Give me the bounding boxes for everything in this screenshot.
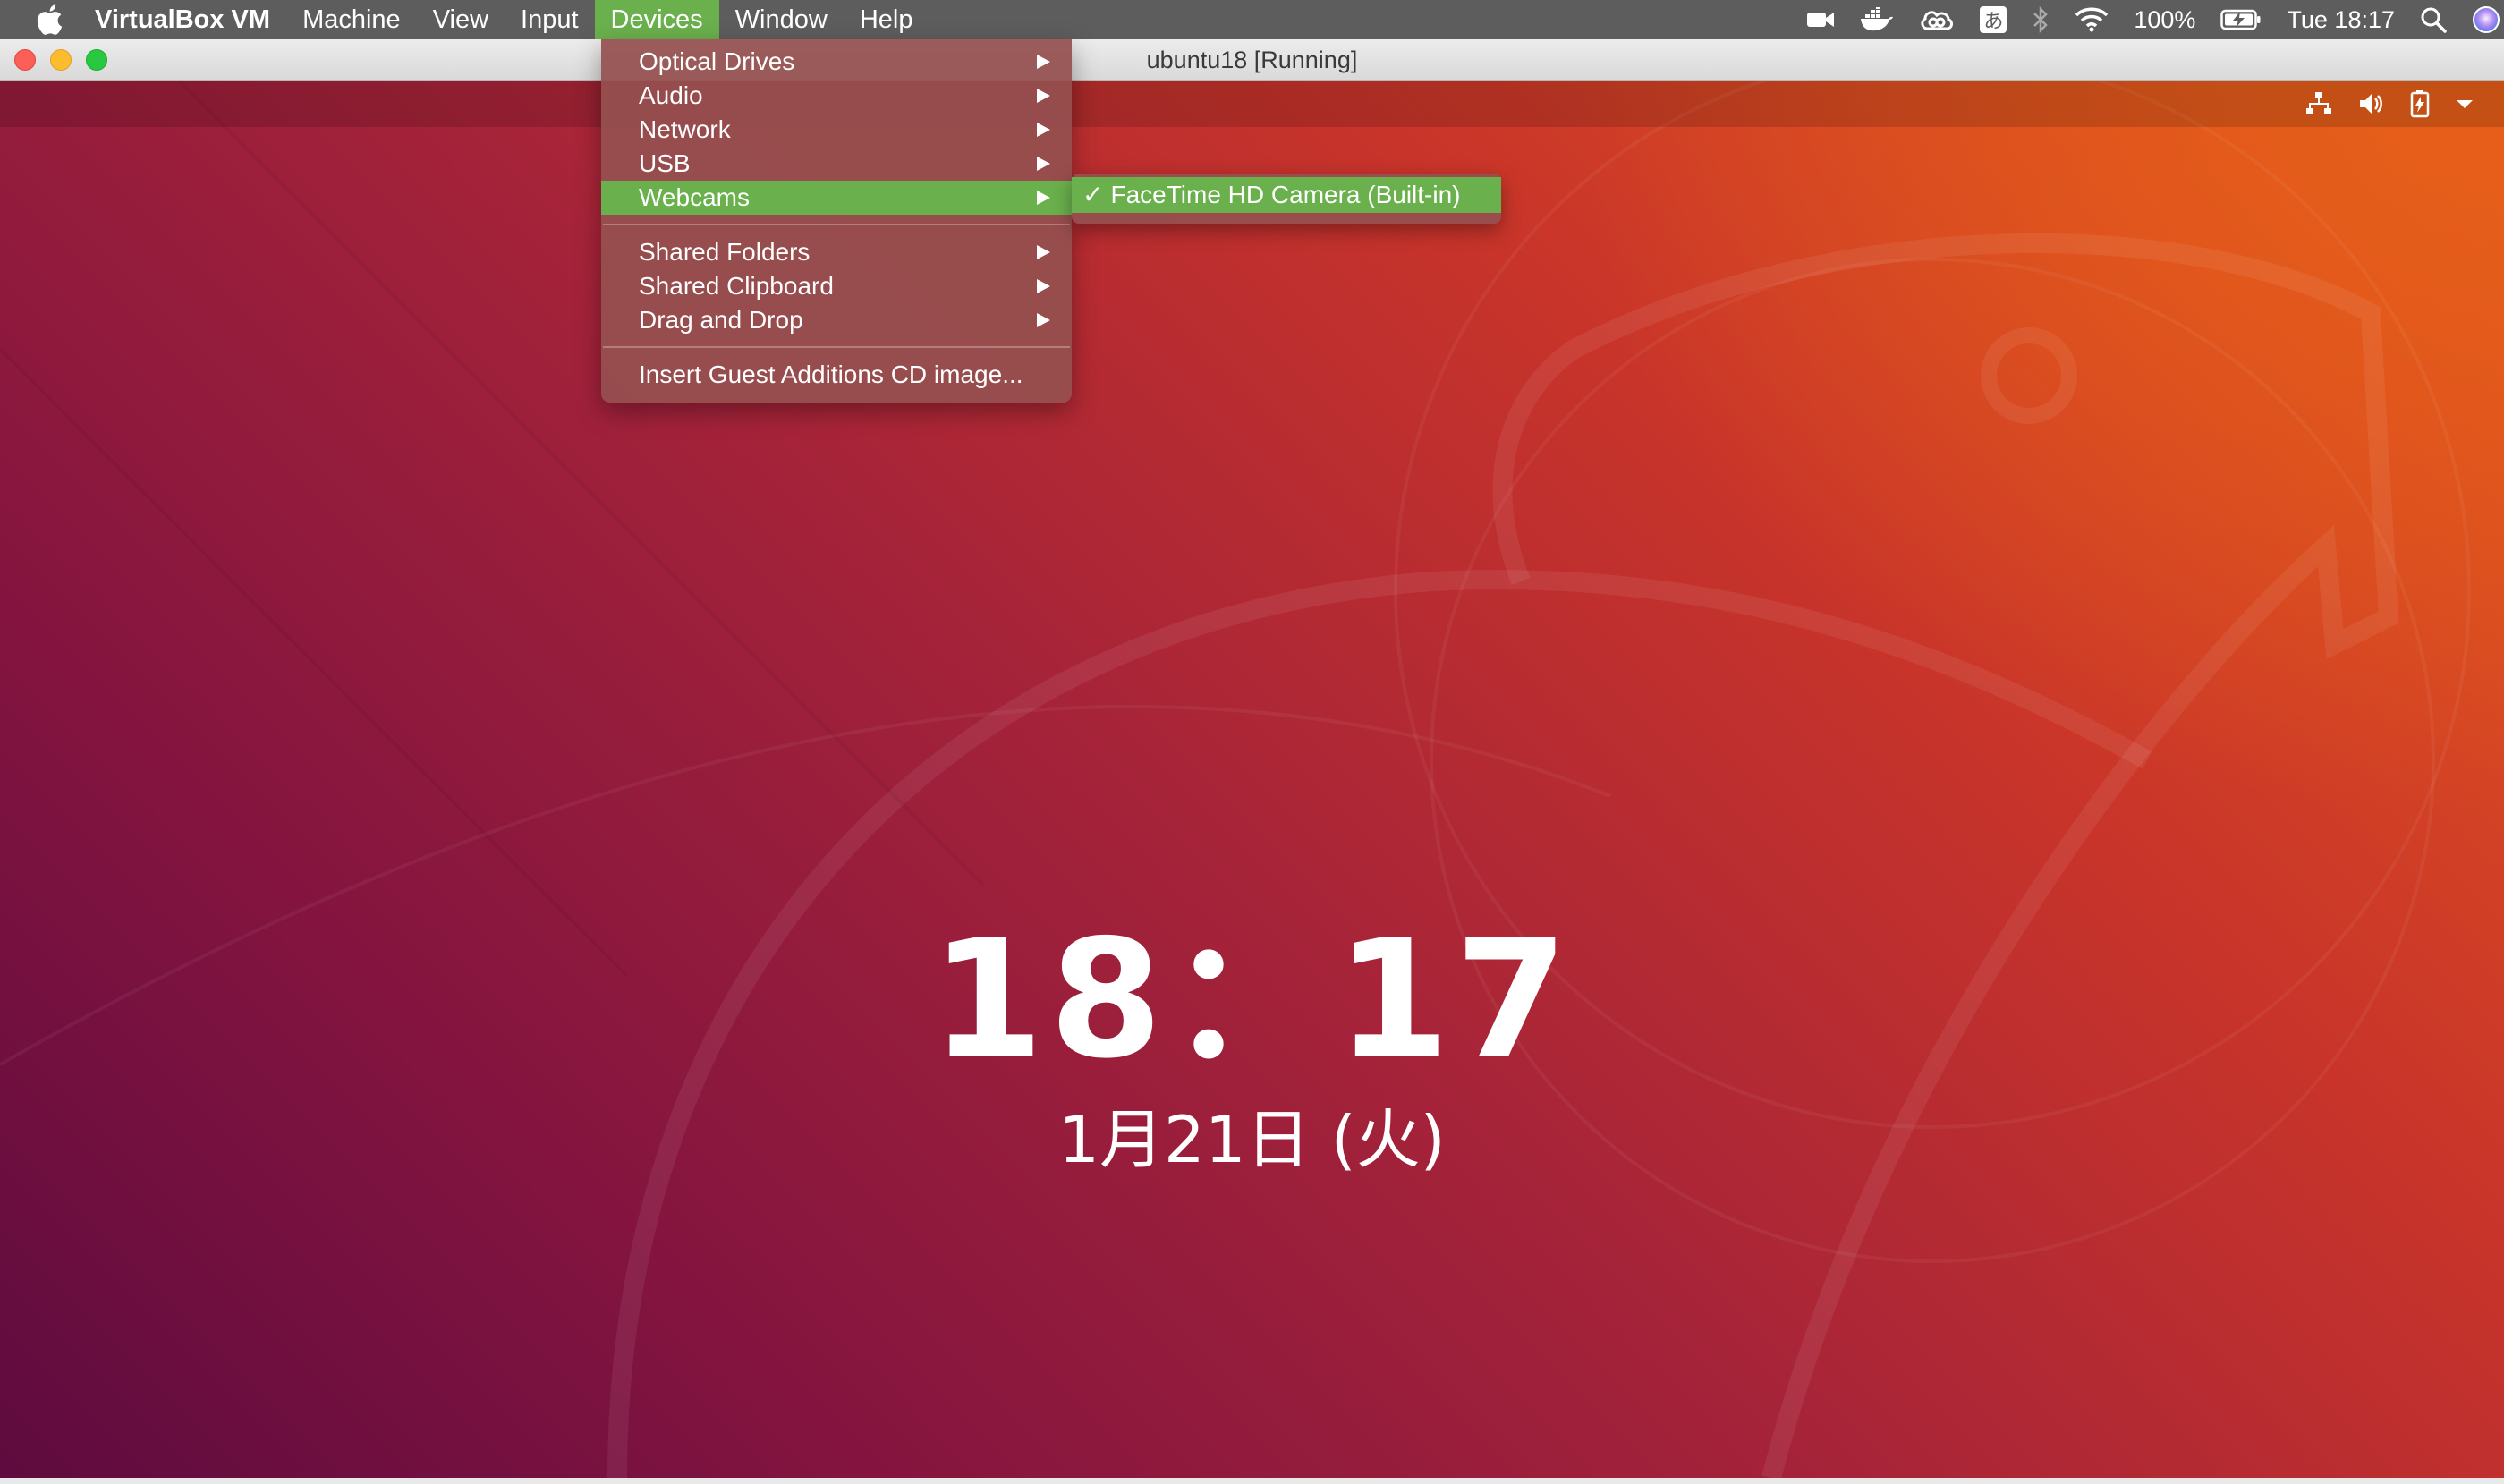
submenu-arrow-icon — [1037, 279, 1050, 293]
guest-top-bar — [0, 81, 2504, 127]
window-title-bar: ubuntu18 [Running] — [0, 39, 2504, 81]
submenu-arrow-icon — [1037, 191, 1050, 205]
menu-item-usb[interactable]: USB — [601, 147, 1072, 181]
menu-devices[interactable]: Devices — [594, 0, 719, 39]
menu-item-audio[interactable]: Audio — [601, 79, 1072, 113]
devices-menu: Optical Drives Audio Network USB Webcams… — [601, 39, 1072, 403]
menubar-clock[interactable]: Tue 18:17 — [2287, 6, 2395, 34]
menu-item-shared-clipboard[interactable]: Shared Clipboard — [601, 269, 1072, 303]
menu-item-label: Drag and Drop — [639, 306, 803, 334]
window-title: ubuntu18 [Running] — [1146, 47, 1358, 73]
menu-separator — [603, 346, 1070, 348]
webcam-facetime-item[interactable]: ✓ FaceTime HD Camera (Built-in) — [1072, 177, 1501, 213]
submenu-arrow-icon — [1037, 313, 1050, 327]
menu-help[interactable]: Help — [844, 0, 929, 39]
submenu-arrow-icon — [1037, 245, 1050, 259]
battery-charging-icon[interactable] — [2220, 9, 2262, 30]
menu-item-optical-drives[interactable]: Optical Drives — [601, 45, 1072, 79]
menu-item-label: Audio — [639, 81, 703, 109]
menu-item-label: Network — [639, 115, 731, 143]
system-menu-arrow-icon[interactable] — [2456, 98, 2474, 110]
menu-item-shared-folders[interactable]: Shared Folders — [601, 235, 1072, 269]
lock-screen-time: 18：17 — [930, 904, 1574, 1094]
video-camera-icon[interactable] — [1806, 10, 1835, 30]
creative-cloud-icon[interactable] — [1919, 7, 1955, 32]
submenu-arrow-icon — [1037, 157, 1050, 171]
menu-input[interactable]: Input — [505, 0, 595, 39]
menu-item-webcams[interactable]: Webcams — [601, 181, 1072, 215]
wallpaper-decoration — [0, 81, 2471, 1478]
menu-item-label: USB — [639, 149, 691, 177]
input-method-icon[interactable]: あ — [1980, 6, 2007, 33]
lock-screen-date: 1月21日 (火) — [1058, 1102, 1446, 1177]
wifi-icon[interactable] — [2075, 7, 2109, 32]
menu-item-label: Insert Guest Additions CD image... — [639, 360, 1023, 388]
menu-item-insert-guest-additions[interactable]: Insert Guest Additions CD image... — [601, 358, 1072, 392]
menu-item-drag-and-drop[interactable]: Drag and Drop — [601, 303, 1072, 337]
menu-item-label: Webcams — [639, 183, 750, 211]
menu-machine[interactable]: Machine — [286, 0, 417, 39]
bluetooth-icon[interactable] — [2032, 6, 2050, 33]
webcams-submenu: ✓ FaceTime HD Camera (Built-in) — [1072, 174, 1501, 224]
menu-item-label: Shared Folders — [639, 238, 811, 266]
menu-item-network[interactable]: Network — [601, 113, 1072, 147]
submenu-arrow-icon — [1037, 55, 1050, 69]
guest-indicators — [2293, 81, 2486, 127]
input-method-label: あ — [1980, 6, 2007, 33]
menu-app-name[interactable]: VirtualBox VM — [95, 0, 286, 39]
network-wired-icon[interactable] — [2305, 90, 2332, 117]
menu-item-label: Shared Clipboard — [639, 272, 834, 300]
status-bar: あ 100% Tue 18:17 — [1794, 0, 2504, 39]
guest-battery-icon[interactable] — [2409, 89, 2431, 118]
battery-percent[interactable]: 100% — [2134, 6, 2195, 34]
volume-icon[interactable] — [2357, 90, 2384, 117]
submenu-arrow-icon — [1037, 123, 1050, 137]
siri-icon[interactable] — [2472, 5, 2500, 34]
webcam-label: FaceTime HD Camera (Built-in) — [1110, 181, 1461, 208]
apple-menu-icon[interactable] — [32, 3, 66, 37]
menu-view[interactable]: View — [417, 0, 505, 39]
menu-window[interactable]: Window — [719, 0, 844, 39]
checkmark-icon: ✓ — [1082, 181, 1104, 208]
spotlight-search-icon[interactable] — [2420, 6, 2447, 33]
menu-separator — [603, 224, 1070, 225]
guest-screen[interactable]: 18：17 1月21日 (火) — [0, 81, 2504, 1478]
window-bottom-edge — [0, 1478, 2504, 1484]
docker-icon[interactable] — [1860, 7, 1894, 32]
submenu-arrow-icon — [1037, 89, 1050, 103]
menu-item-label: Optical Drives — [639, 47, 795, 75]
